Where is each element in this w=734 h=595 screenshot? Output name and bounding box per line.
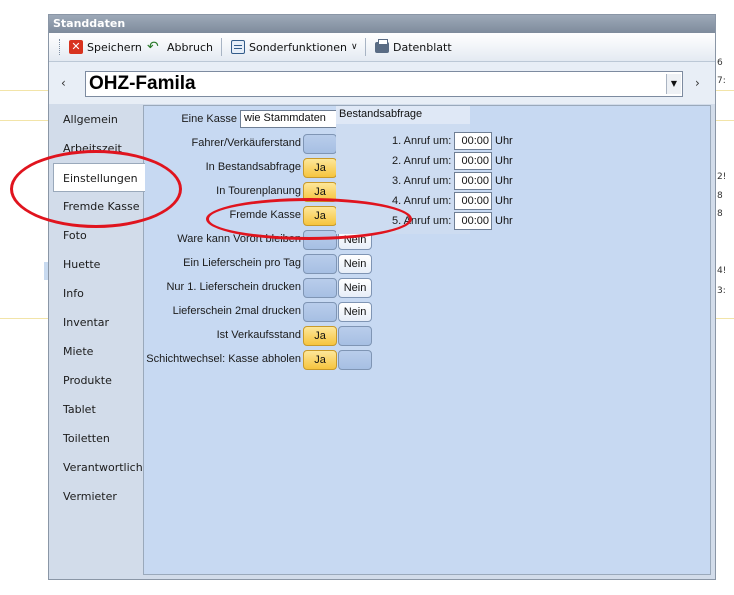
setting-label: Nur 1. Lieferschein drucken [166,281,301,293]
setting-label: Fremde Kasse [229,209,301,221]
printer-icon [375,38,389,53]
save-icon: ✕ [69,40,83,54]
undo-icon: ↶ [147,39,159,55]
toggle-ja-button[interactable] [303,278,337,298]
previous-record-button[interactable]: ‹ [61,76,66,90]
sidebar-item-toiletten[interactable]: Toiletten [49,424,144,453]
setting-label: Ist Verkaufsstand [216,329,301,341]
chevron-down-icon: ∨ [350,42,358,52]
sidebar-item-vermieter[interactable]: Vermieter [49,482,144,511]
window-titlebar[interactable]: Standdaten [49,15,715,33]
setting-toggle: Nein [303,278,373,298]
sidebar-item-allgemein[interactable]: Allgemein [49,105,144,134]
setting-label: Schichtwechsel: Kasse abholen [146,353,301,365]
toolbar: ✕ Speichern ↶ Abbruch Sonderfunktionen ∨… [49,33,715,62]
setting-toggle: Nein [303,254,373,274]
window-title: Standdaten [53,17,126,30]
bestandsabfrage-title: Bestandsabfrage [339,108,423,120]
background-text: 8 [717,191,723,201]
special-functions-label: Sonderfunktionen [249,40,347,54]
chevron-down-icon[interactable]: ▼ [666,74,681,94]
anruf-label: 3. Anruf um: [392,175,452,187]
toggle-nein-button[interactable]: Nein [338,278,372,298]
next-record-button[interactable]: › [695,76,700,90]
setting-label: Ware kann Vorort bleiben [177,233,301,245]
background-text: 3: [717,286,726,296]
sidebar-item-fremde-kasse[interactable]: Fremde Kasse [49,192,144,221]
kasse-label: Eine Kasse [181,113,237,125]
sidebar-item-verantwortlich[interactable]: Verantwortlich [49,453,144,482]
sidebar-item-tablet[interactable]: Tablet [49,395,144,424]
setting-toggle: Nein [303,302,373,322]
toggle-ja-button[interactable] [303,302,337,322]
setting-label: In Tourenplanung [216,185,301,197]
toggle-nein-button[interactable] [338,326,372,346]
toggle-ja-button[interactable]: Ja [303,326,337,346]
record-navigation: ‹ OHZ-Famila ▼ › [49,62,715,104]
background-text: 7: [717,76,726,86]
sidebar-item-miete[interactable]: Miete [49,337,144,366]
sidebar: Allgemein Arbeitszeit Einstellungen Frem… [49,105,145,575]
record-name: OHZ-Famila [89,73,196,94]
toggle-nein-button[interactable]: Nein [338,302,372,322]
background-text: 8 [717,209,723,219]
sidebar-item-produkte[interactable]: Produkte [49,366,144,395]
anruf-label: 2. Anruf um: [392,155,452,167]
anruf-time-input[interactable]: 00:00 [454,172,492,190]
datasheet-button[interactable]: Datenblatt [375,38,452,56]
anruf-unit: Uhr [495,195,513,207]
cancel-button[interactable]: ↶ Abbruch [147,38,213,56]
record-name-combobox[interactable]: OHZ-Famila ▼ [85,71,683,97]
setting-toggle: Ja [303,350,373,370]
anruf-label: 5. Anruf um: [392,215,452,227]
datasheet-label: Datenblatt [393,40,452,54]
background-text: 4! [717,266,727,276]
sidebar-item-huette[interactable]: Huette [49,250,144,279]
background-text: 6 [717,58,723,68]
bestandsabfrage-header: Bestandsabfrage [336,106,470,125]
sidebar-item-info[interactable]: Info [49,279,144,308]
sidebar-item-arbeitszeit[interactable]: Arbeitszeit [49,134,144,163]
anruf-unit: Uhr [495,135,513,147]
setting-label: Ein Lieferschein pro Tag [183,257,301,269]
toggle-ja-button[interactable] [303,134,337,154]
anruf-time-input[interactable]: 00:00 [454,132,492,150]
toggle-nein-button[interactable]: Nein [338,254,372,274]
background-text: 2! [717,172,727,182]
anruf-time-input[interactable]: 00:00 [454,192,492,210]
anruf-unit: Uhr [495,215,513,227]
toggle-nein-button[interactable] [338,350,372,370]
setting-label: Lieferschein 2mal drucken [172,305,301,317]
toggle-ja-button[interactable] [303,230,337,250]
kasse-select-value: wie Stammdaten [244,112,326,124]
anruf-label: 1. Anruf um: [392,135,452,147]
anruf-unit: Uhr [495,155,513,167]
standdaten-window: Standdaten ✕ Speichern ↶ Abbruch Sonderf… [48,14,716,580]
toggle-ja-button[interactable]: Ja [303,182,337,202]
anruf-unit: Uhr [495,175,513,187]
anruf-label: 4. Anruf um: [392,195,452,207]
save-button-label: Speichern [87,40,142,54]
toolbar-separator [221,38,222,56]
calculator-icon [231,40,245,54]
toggle-ja-button[interactable]: Ja [303,350,337,370]
setting-toggle: Ja [303,326,373,346]
toggle-ja-button[interactable]: Ja [303,158,337,178]
cancel-button-label: Abbruch [167,40,214,54]
toolbar-separator [365,38,366,56]
anruf-time-input[interactable]: 00:00 [454,152,492,170]
anruf-time-input[interactable]: 00:00 [454,212,492,230]
sidebar-item-foto[interactable]: Foto [49,221,144,250]
setting-label: Fahrer/Verkäuferstand [191,137,301,149]
toggle-ja-button[interactable] [303,254,337,274]
special-functions-button[interactable]: Sonderfunktionen ∨ [231,38,358,56]
setting-label: In Bestandsabfrage [205,161,301,173]
save-button[interactable]: ✕ Speichern [69,38,142,56]
toggle-ja-button[interactable]: Ja [303,206,337,226]
sidebar-item-inventar[interactable]: Inventar [49,308,144,337]
sidebar-item-einstellungen[interactable]: Einstellungen [53,163,145,192]
toolbar-grip[interactable] [59,39,62,55]
